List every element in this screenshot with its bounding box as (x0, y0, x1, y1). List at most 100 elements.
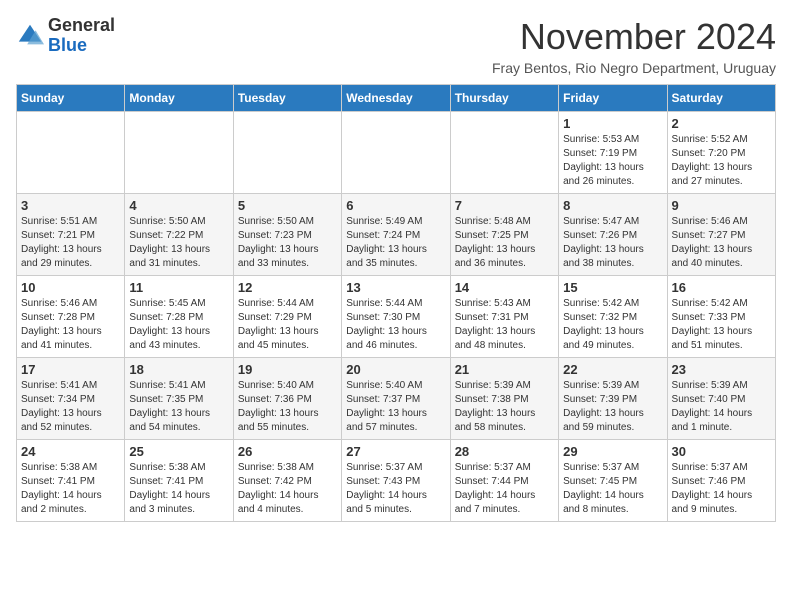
calendar-cell: 24 Sunrise: 5:38 AM Sunset: 7:41 PM Dayli… (17, 440, 125, 522)
calendar-cell: 22 Sunrise: 5:39 AM Sunset: 7:39 PM Dayli… (559, 358, 667, 440)
day-number: 1 (563, 116, 662, 131)
calendar-cell: 7 Sunrise: 5:48 AM Sunset: 7:25 PM Daylig… (450, 194, 558, 276)
day-info: Sunrise: 5:39 AM Sunset: 7:40 PM Dayligh… (672, 379, 771, 435)
day-info: Sunrise: 5:48 AM Sunset: 7:25 PM Dayligh… (455, 215, 554, 271)
day-header-wednesday: Wednesday (342, 85, 450, 112)
day-number: 7 (455, 198, 554, 213)
calendar-cell: 13Sunrise: 5:44 AM Sunset: 7:30 PM Dayli… (342, 276, 450, 358)
day-number: 16 (672, 280, 771, 295)
day-info: Sunrise: 5:47 AM Sunset: 7:26 PM Dayligh… (563, 215, 662, 271)
day-number: 22 (563, 362, 662, 377)
day-info: Sunrise: 5:50 AM Sunset: 7:22 PM Dayligh… (129, 215, 228, 271)
day-info: Sunrise: 5:46 AM Sunset: 7:27 PM Dayligh… (672, 215, 771, 271)
day-number: 11 (129, 280, 228, 295)
calendar-cell: 2 Sunrise: 5:52 AM Sunset: 7:20 PM Daylig… (667, 112, 775, 194)
day-info: Sunrise: 5:38 AM Sunset: 7:42 PM Dayligh… (238, 461, 337, 517)
day-number: 19 (238, 362, 337, 377)
calendar-cell (450, 112, 558, 194)
calendar-cell: 20 Sunrise: 5:40 AM Sunset: 7:37 PM Dayli… (342, 358, 450, 440)
day-number: 27 (346, 444, 445, 459)
day-info: Sunrise: 5:37 AM Sunset: 7:43 PM Dayligh… (346, 461, 445, 517)
day-number: 3 (21, 198, 120, 213)
calendar-cell: 26 Sunrise: 5:38 AM Sunset: 7:42 PM Dayli… (233, 440, 341, 522)
day-number: 25 (129, 444, 228, 459)
calendar-cell (233, 112, 341, 194)
calendar-cell: 19Sunrise: 5:40 AM Sunset: 7:36 PM Dayli… (233, 358, 341, 440)
calendar-cell: 30 Sunrise: 5:37 AM Sunset: 7:46 PM Dayli… (667, 440, 775, 522)
calendar-week-row: 17Sunrise: 5:41 AM Sunset: 7:34 PM Dayli… (17, 358, 776, 440)
day-number: 28 (455, 444, 554, 459)
day-info: Sunrise: 5:44 AM Sunset: 7:29 PM Dayligh… (238, 297, 337, 353)
calendar-week-row: 1 Sunrise: 5:53 AM Sunset: 7:19 PM Daylig… (17, 112, 776, 194)
calendar-cell: 14 Sunrise: 5:43 AM Sunset: 7:31 PM Dayli… (450, 276, 558, 358)
calendar-cell: 8 Sunrise: 5:47 AM Sunset: 7:26 PM Daylig… (559, 194, 667, 276)
logo-icon (16, 22, 44, 50)
calendar-week-row: 3 Sunrise: 5:51 AM Sunset: 7:21 PM Daylig… (17, 194, 776, 276)
calendar-cell: 4 Sunrise: 5:50 AM Sunset: 7:22 PM Daylig… (125, 194, 233, 276)
calendar-cell: 9 Sunrise: 5:46 AM Sunset: 7:27 PM Daylig… (667, 194, 775, 276)
day-info: Sunrise: 5:38 AM Sunset: 7:41 PM Dayligh… (21, 461, 120, 517)
logo-blue-text: Blue (48, 35, 87, 55)
day-info: Sunrise: 5:39 AM Sunset: 7:38 PM Dayligh… (455, 379, 554, 435)
day-info: Sunrise: 5:37 AM Sunset: 7:46 PM Dayligh… (672, 461, 771, 517)
day-number: 14 (455, 280, 554, 295)
day-info: Sunrise: 5:51 AM Sunset: 7:21 PM Dayligh… (21, 215, 120, 271)
calendar-cell (342, 112, 450, 194)
calendar-cell: 3 Sunrise: 5:51 AM Sunset: 7:21 PM Daylig… (17, 194, 125, 276)
calendar-cell: 28 Sunrise: 5:37 AM Sunset: 7:44 PM Dayli… (450, 440, 558, 522)
month-title: November 2024 (492, 16, 776, 58)
day-info: Sunrise: 5:42 AM Sunset: 7:33 PM Dayligh… (672, 297, 771, 353)
day-info: Sunrise: 5:39 AM Sunset: 7:39 PM Dayligh… (563, 379, 662, 435)
calendar-cell: 16 Sunrise: 5:42 AM Sunset: 7:33 PM Dayli… (667, 276, 775, 358)
day-number: 8 (563, 198, 662, 213)
calendar-cell: 23 Sunrise: 5:39 AM Sunset: 7:40 PM Dayli… (667, 358, 775, 440)
day-info: Sunrise: 5:41 AM Sunset: 7:35 PM Dayligh… (129, 379, 228, 435)
calendar-cell: 18 Sunrise: 5:41 AM Sunset: 7:35 PM Dayli… (125, 358, 233, 440)
calendar-cell: 29Sunrise: 5:37 AM Sunset: 7:45 PM Dayli… (559, 440, 667, 522)
day-number: 18 (129, 362, 228, 377)
day-number: 23 (672, 362, 771, 377)
day-number: 2 (672, 116, 771, 131)
calendar-table: SundayMondayTuesdayWednesdayThursdayFrid… (16, 84, 776, 522)
day-number: 15 (563, 280, 662, 295)
day-info: Sunrise: 5:38 AM Sunset: 7:41 PM Dayligh… (129, 461, 228, 517)
day-header-saturday: Saturday (667, 85, 775, 112)
day-number: 26 (238, 444, 337, 459)
day-number: 21 (455, 362, 554, 377)
day-number: 10 (21, 280, 120, 295)
day-info: Sunrise: 5:53 AM Sunset: 7:19 PM Dayligh… (563, 133, 662, 189)
calendar-cell: 21 Sunrise: 5:39 AM Sunset: 7:38 PM Dayli… (450, 358, 558, 440)
day-number: 5 (238, 198, 337, 213)
calendar-week-row: 10 Sunrise: 5:46 AM Sunset: 7:28 PM Dayli… (17, 276, 776, 358)
day-info: Sunrise: 5:52 AM Sunset: 7:20 PM Dayligh… (672, 133, 771, 189)
day-info: Sunrise: 5:45 AM Sunset: 7:28 PM Dayligh… (129, 297, 228, 353)
day-info: Sunrise: 5:40 AM Sunset: 7:37 PM Dayligh… (346, 379, 445, 435)
day-header-tuesday: Tuesday (233, 85, 341, 112)
calendar-cell: 17Sunrise: 5:41 AM Sunset: 7:34 PM Dayli… (17, 358, 125, 440)
day-info: Sunrise: 5:37 AM Sunset: 7:45 PM Dayligh… (563, 461, 662, 517)
day-info: Sunrise: 5:49 AM Sunset: 7:24 PM Dayligh… (346, 215, 445, 271)
calendar-cell: 27 Sunrise: 5:37 AM Sunset: 7:43 PM Dayli… (342, 440, 450, 522)
day-header-friday: Friday (559, 85, 667, 112)
day-info: Sunrise: 5:41 AM Sunset: 7:34 PM Dayligh… (21, 379, 120, 435)
day-header-monday: Monday (125, 85, 233, 112)
calendar-header-row: SundayMondayTuesdayWednesdayThursdayFrid… (17, 85, 776, 112)
day-info: Sunrise: 5:42 AM Sunset: 7:32 PM Dayligh… (563, 297, 662, 353)
day-info: Sunrise: 5:37 AM Sunset: 7:44 PM Dayligh… (455, 461, 554, 517)
title-block: November 2024 Fray Bentos, Rio Negro Dep… (492, 16, 776, 76)
day-number: 30 (672, 444, 771, 459)
day-number: 4 (129, 198, 228, 213)
logo: General Blue (16, 16, 115, 56)
day-number: 9 (672, 198, 771, 213)
day-info: Sunrise: 5:50 AM Sunset: 7:23 PM Dayligh… (238, 215, 337, 271)
calendar-cell: 25 Sunrise: 5:38 AM Sunset: 7:41 PM Dayli… (125, 440, 233, 522)
calendar-cell: 6Sunrise: 5:49 AM Sunset: 7:24 PM Daylig… (342, 194, 450, 276)
calendar-cell (125, 112, 233, 194)
day-number: 24 (21, 444, 120, 459)
day-info: Sunrise: 5:46 AM Sunset: 7:28 PM Dayligh… (21, 297, 120, 353)
day-number: 13 (346, 280, 445, 295)
calendar-cell: 5 Sunrise: 5:50 AM Sunset: 7:23 PM Daylig… (233, 194, 341, 276)
calendar-week-row: 24 Sunrise: 5:38 AM Sunset: 7:41 PM Dayli… (17, 440, 776, 522)
day-info: Sunrise: 5:43 AM Sunset: 7:31 PM Dayligh… (455, 297, 554, 353)
day-number: 20 (346, 362, 445, 377)
